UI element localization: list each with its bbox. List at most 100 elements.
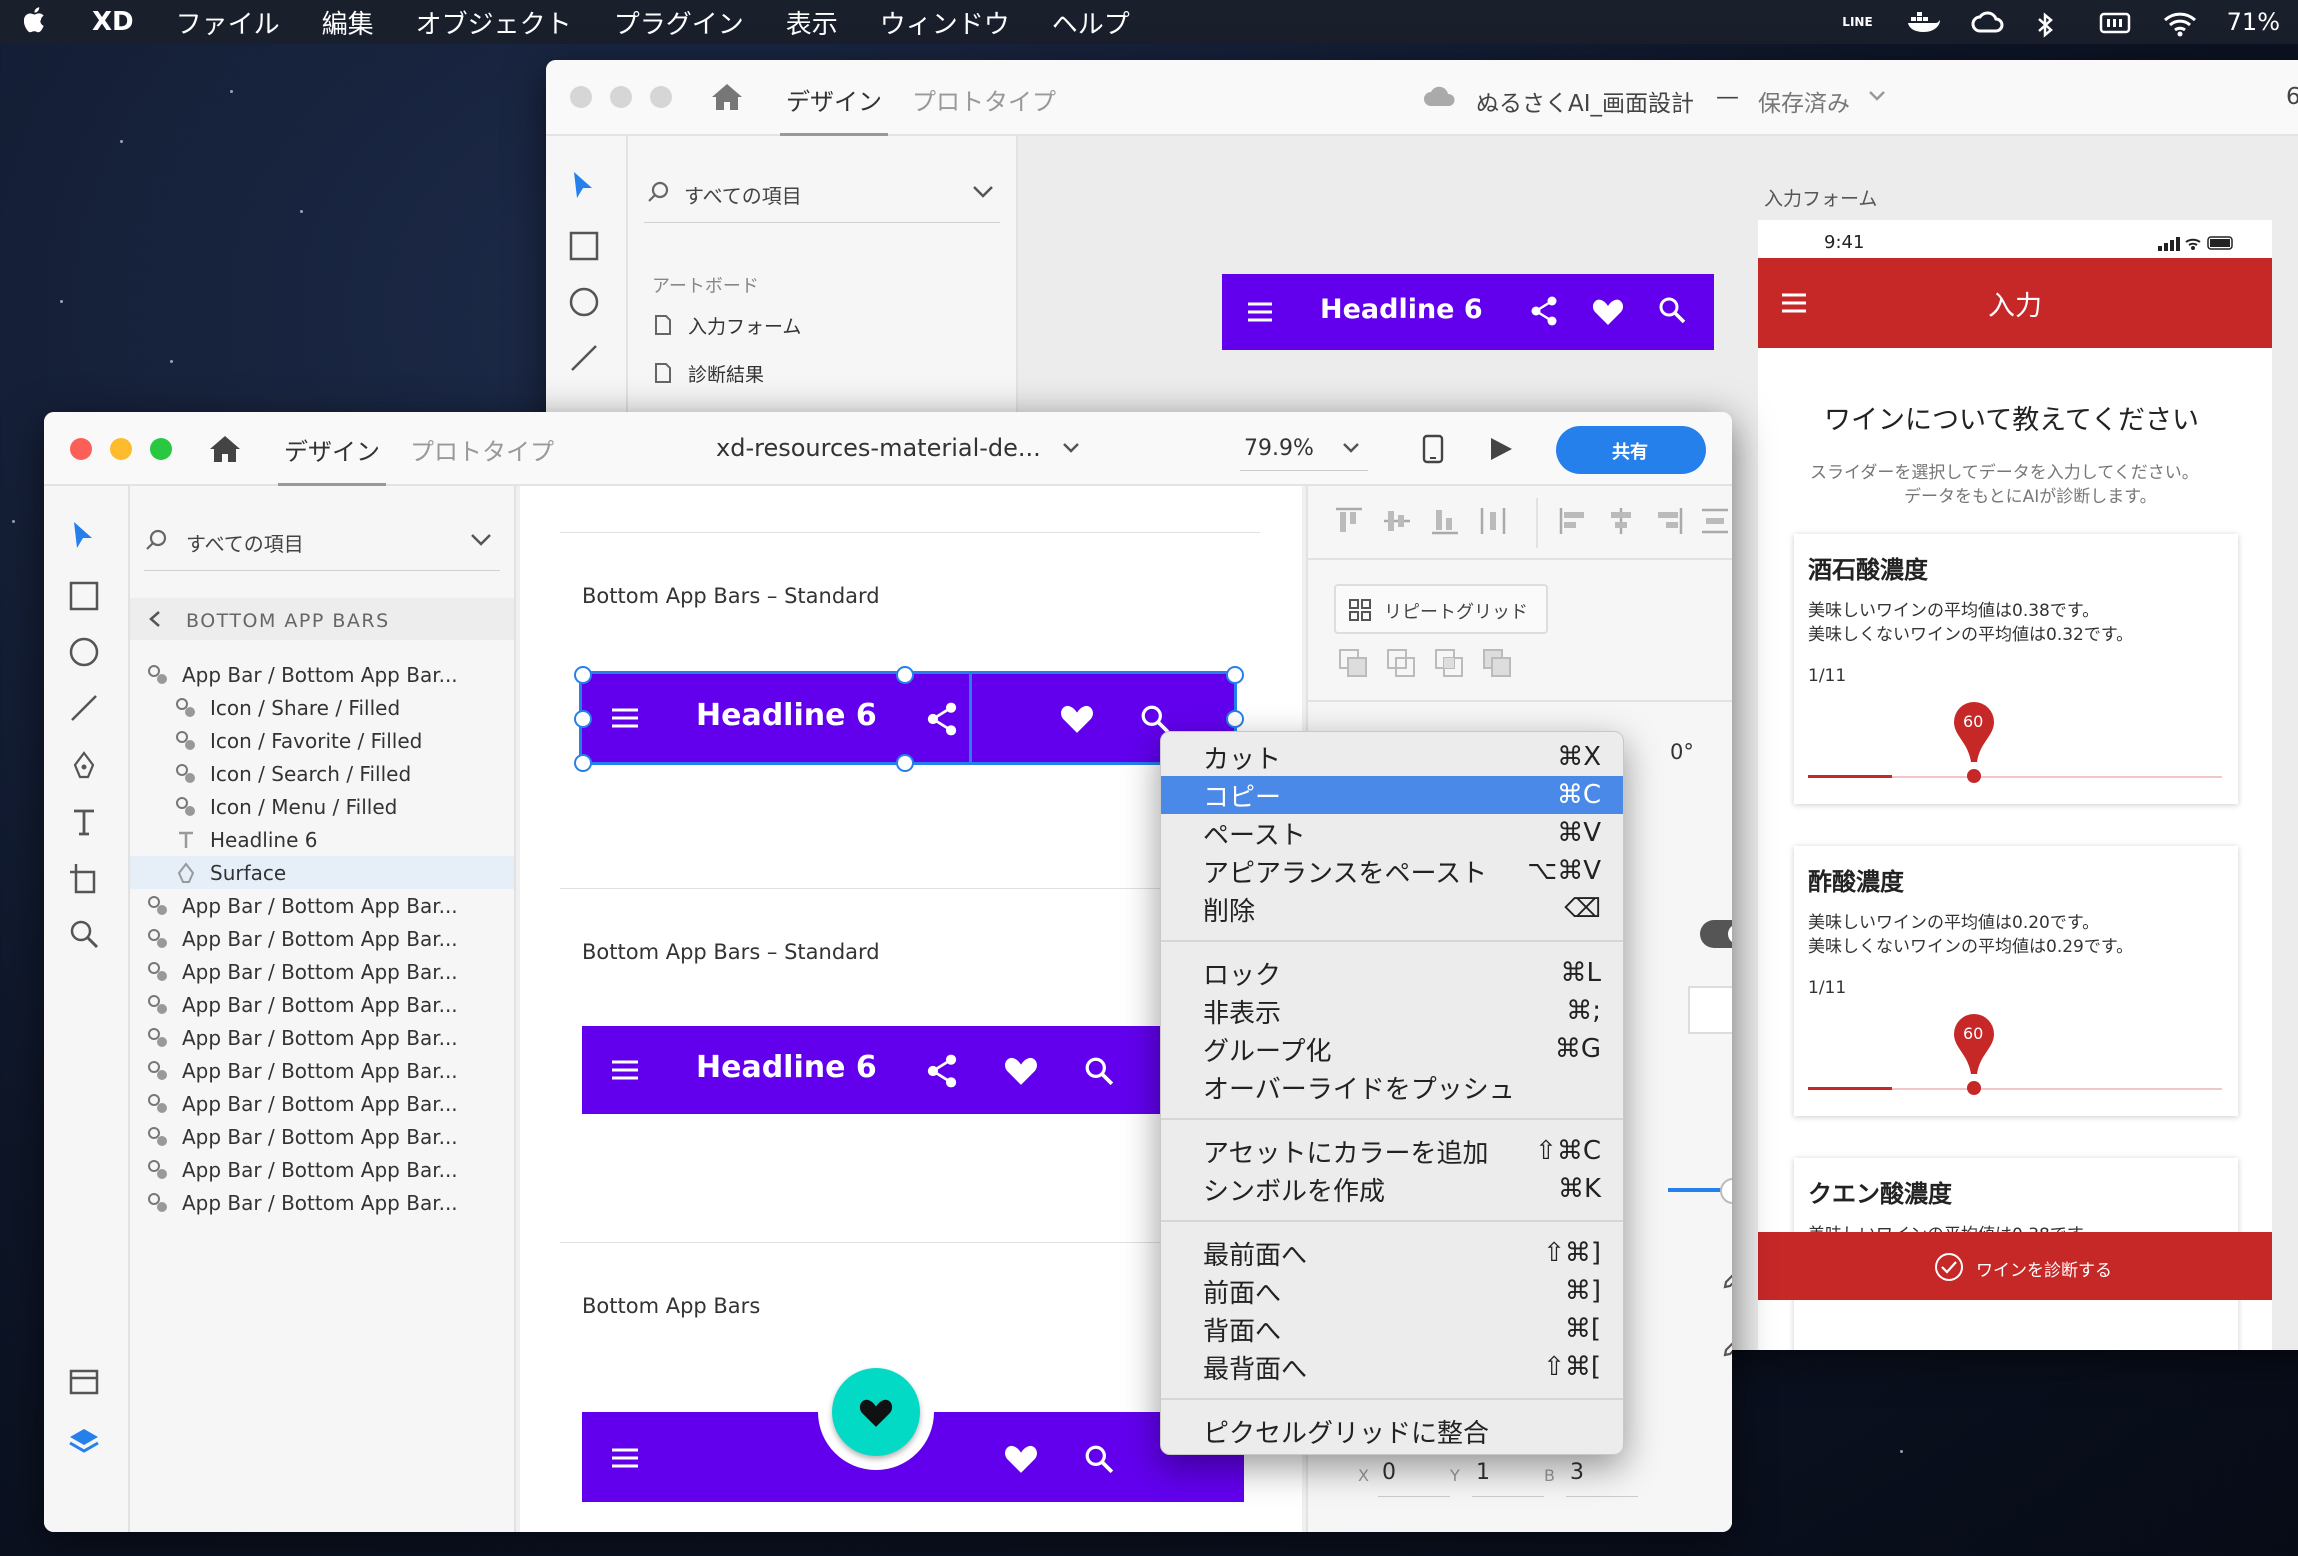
rotation-field[interactable]: 0° [1670,740,1694,764]
b-value[interactable]: 3 [1570,1460,1584,1485]
play-icon[interactable] [1488,436,1514,466]
close-button[interactable] [70,438,92,460]
layer-item[interactable]: Headline 6 [130,823,514,856]
layer-item[interactable]: App Bar / Bottom App Bar... [130,889,514,922]
text-field[interactable] [1688,986,1732,1034]
align-center-icon[interactable] [1606,506,1636,540]
menu-item[interactable]: ペースト ⌘V [1161,814,1623,852]
wifi-icon[interactable] [2163,11,2196,37]
chevron-down-icon[interactable] [470,532,492,552]
menu-item[interactable]: ロック ⌘L [1161,954,1623,992]
select-tool-icon[interactable] [568,168,604,204]
docker-icon[interactable] [1907,11,1940,33]
ellipse-tool-icon[interactable] [568,286,604,322]
menu-item[interactable]: 非表示 ⌘; [1161,992,1623,1030]
search-input[interactable]: すべての項目 [684,180,802,209]
layer-item[interactable]: Surface [130,856,514,889]
boolean-exclude-icon[interactable] [1482,648,1512,682]
x-value[interactable]: 0 [1382,1460,1396,1485]
menu-item[interactable]: 削除 ⌫ [1161,890,1623,928]
layer-item[interactable]: Icon / Search / Filled [130,757,514,790]
layer-item[interactable]: Icon / Menu / Filled [130,790,514,823]
text-tool-icon[interactable] [68,806,104,842]
save-status[interactable]: 保存済み [1758,84,1850,118]
menu-window[interactable]: ウィンドウ [880,4,1010,41]
line-tool-icon[interactable] [68,692,104,728]
fab-button[interactable] [832,1368,920,1456]
minimize-button[interactable] [610,86,632,108]
selection-handle[interactable] [1226,666,1244,684]
section-title[interactable]: Bottom App Bars – Standard [582,940,880,964]
boolean-add-icon[interactable] [1338,648,1368,682]
app-bar-selected[interactable]: Headline 6 [579,671,975,765]
line-tool-icon[interactable] [568,342,604,378]
layer-item[interactable]: Icon / Share / Filled [130,691,514,724]
menu-item[interactable]: オーバーライドをプッシュ [1161,1068,1623,1106]
tab-design[interactable]: デザイン [780,82,888,137]
layer-item[interactable]: App Bar / Bottom App Bar... [130,922,514,955]
doc-title[interactable]: ぬるさくAI_画面設計 [1476,84,1694,118]
device-preview-icon[interactable] [1422,434,1444,468]
selection-handle[interactable] [1226,710,1244,728]
align-middle-icon[interactable] [1382,506,1412,540]
menu-item[interactable]: シンボルを作成 ⌘K [1161,1170,1623,1208]
select-tool-icon[interactable] [68,518,104,554]
zoom-button[interactable] [650,86,672,108]
layer-item[interactable]: App Bar / Bottom App Bar... [130,658,514,691]
menu-item[interactable]: 前面へ ⌘] [1161,1272,1623,1310]
layer-item[interactable]: App Bar / Bottom App Bar... [130,1186,514,1219]
phone-artboard[interactable]: 9:41 入力 ワインについて教えてください スライダーを選択してデータを入力し… [1758,220,2272,1350]
menu-file[interactable]: ファイル [176,4,280,41]
menu-item[interactable]: コピー ⌘C [1161,776,1623,814]
chevron-down-icon[interactable] [1342,440,1360,459]
app-menu[interactable]: XD [92,7,134,37]
selection-handle[interactable] [896,754,914,772]
menu-item[interactable]: 最前面へ ⇧⌘] [1161,1234,1623,1272]
menu-item[interactable]: カット ⌘X [1161,738,1623,776]
chevron-down-icon[interactable] [1062,440,1080,459]
toggle-switch[interactable] [1700,920,1732,948]
menu-plugin[interactable]: プラグイン [614,4,744,41]
selection-handle[interactable] [574,710,592,728]
battery-percent[interactable]: 71% [2227,8,2280,36]
zoom-button[interactable] [150,438,172,460]
layer-item[interactable]: App Bar / Bottom App Bar... [130,1054,514,1087]
align-bottom-icon[interactable] [1430,506,1460,540]
menu-item[interactable]: アピアランスをペースト ⌥⌘V [1161,852,1623,890]
tab-prototype[interactable]: プロトタイプ [410,432,554,467]
align-top-icon[interactable] [1334,506,1364,540]
selection-handle[interactable] [574,666,592,684]
eyedropper-icon[interactable] [1722,1260,1732,1294]
selection-handle[interactable] [896,666,914,684]
opacity-slider-thumb[interactable] [1720,1178,1732,1204]
distribute-icon[interactable] [1478,506,1508,540]
apple-icon[interactable] [23,5,48,40]
menu-item[interactable]: 最背面へ ⇧⌘[ [1161,1348,1623,1386]
layers-panel-icon[interactable] [68,1426,104,1462]
home-icon[interactable] [710,82,744,116]
artboard-item[interactable]: 診断結果 [652,360,764,387]
minimize-button[interactable] [110,438,132,460]
card-acetic[interactable]: 酢酸濃度 美味しいワインの平均値は0.20です。 美味しくないワインの平均値は0… [1794,846,2238,1116]
section-title[interactable]: Bottom App Bars – Standard [582,584,880,608]
ellipse-tool-icon[interactable] [68,636,104,672]
card-tartaric[interactable]: 酒石酸濃度 美味しいワインの平均値は0.38です。 美味しくないワインの平均値は… [1794,534,2238,804]
chevron-left-icon[interactable] [148,610,162,632]
layer-item[interactable]: App Bar / Bottom App Bar... [130,1021,514,1054]
bluetooth-icon[interactable] [2035,11,2065,38]
assets-panel-icon[interactable] [68,1366,104,1402]
menu-item[interactable]: 背面へ ⌘[ [1161,1310,1623,1348]
tab-design[interactable]: デザイン [278,432,386,487]
zoom-level[interactable]: 79.9% [1244,436,1314,461]
layer-item[interactable]: App Bar / Bottom App Bar... [130,1153,514,1186]
artboard-item[interactable]: 入力フォーム [652,312,801,339]
diagnose-button[interactable]: ワインを診断する [1758,1232,2272,1300]
zoom-tool-icon[interactable] [68,918,104,954]
layer-item[interactable]: App Bar / Bottom App Bar... [130,988,514,1021]
artboard-tool-icon[interactable] [68,862,104,898]
y-value[interactable]: 1 [1476,1460,1490,1485]
home-icon[interactable] [208,434,242,468]
pen-tool-icon[interactable] [68,750,104,786]
eyedropper-icon[interactable] [1722,1328,1732,1362]
rectangle-tool-icon[interactable] [68,580,104,616]
